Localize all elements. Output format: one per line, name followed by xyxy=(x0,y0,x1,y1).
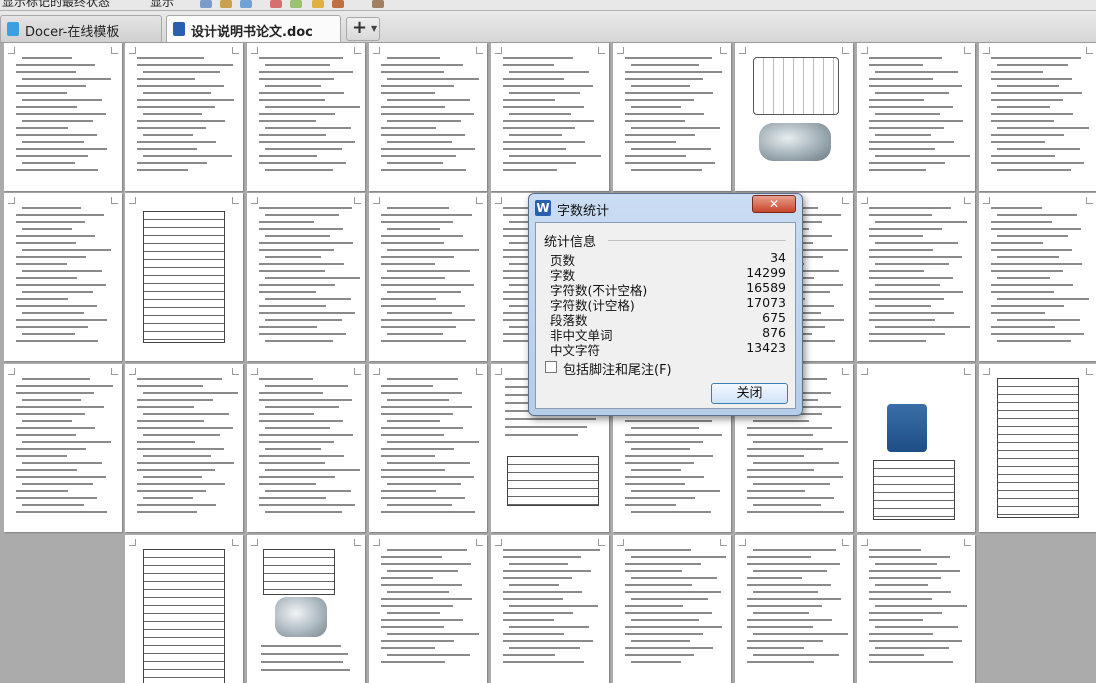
page-thumbnail[interactable] xyxy=(4,364,122,532)
stat-label: 中文字符 xyxy=(550,343,601,358)
stat-row-words: 字数 14299 xyxy=(550,265,786,283)
table-image xyxy=(143,549,225,683)
toolbar-icon[interactable] xyxy=(312,0,324,8)
page-thumbnail[interactable] xyxy=(125,43,243,191)
stat-row-chinese-chars: 中文字符 13423 xyxy=(550,340,786,358)
page-thumbnail[interactable] xyxy=(369,535,487,683)
close-icon[interactable]: ✕ xyxy=(752,195,796,213)
group-divider xyxy=(608,240,786,241)
page-thumbnail[interactable] xyxy=(491,535,609,683)
toolbar-icon[interactable] xyxy=(270,0,282,8)
table-image xyxy=(143,211,225,343)
page-thumbnail[interactable] xyxy=(857,193,975,361)
plus-icon: + xyxy=(352,17,368,38)
wps-writer-icon: W xyxy=(535,200,551,216)
page-thumbnail[interactable] xyxy=(857,43,975,191)
page-thumbnail[interactable] xyxy=(979,43,1096,191)
page-thumbnail[interactable] xyxy=(857,535,975,683)
page-thumbnail[interactable] xyxy=(369,193,487,361)
toolbar-icon[interactable] xyxy=(372,0,384,8)
stat-row-non-chinese-words: 非中文单词 876 xyxy=(550,325,786,343)
page-thumbnail[interactable] xyxy=(247,364,365,532)
page-thumbnail[interactable] xyxy=(491,43,609,191)
stat-row-chars-with-spaces: 字符数(计空格) 17073 xyxy=(550,295,786,313)
tab-bar: Docer-在线模板 设计说明书论文.doc + ▼ xyxy=(0,11,1096,43)
page-thumbnail[interactable] xyxy=(369,364,487,532)
stat-row-paragraphs: 段落数 675 xyxy=(550,310,786,328)
chevron-down-icon[interactable]: ▼ xyxy=(371,24,377,33)
dialog-body: 统计信息 页数 34 字数 14299 字符数(不计空格) 16589 字符数(… xyxy=(535,222,796,409)
tab-label: 设计说明书论文.doc xyxy=(191,25,313,40)
page-thumbnail[interactable] xyxy=(613,535,731,683)
docer-icon xyxy=(7,22,19,36)
tab-label: Docer-在线模板 xyxy=(25,25,120,40)
new-tab-button[interactable]: + ▼ xyxy=(346,17,380,41)
part-3d-image xyxy=(275,597,327,637)
page-thumbnail[interactable] xyxy=(4,193,122,361)
word-doc-icon xyxy=(173,22,185,36)
dialog-title: 字数统计 xyxy=(557,204,610,219)
tab-document[interactable]: 设计说明书论文.doc xyxy=(166,15,341,42)
toolbar-icon[interactable] xyxy=(332,0,344,8)
include-footnotes-checkbox[interactable] xyxy=(545,361,557,373)
page-thumbnail[interactable] xyxy=(613,43,731,191)
page-thumbnail[interactable] xyxy=(247,193,365,361)
page-thumbnail[interactable] xyxy=(979,364,1096,532)
stat-value: 14299 xyxy=(746,265,786,280)
toolbar-icon[interactable] xyxy=(220,0,232,8)
toolbar-icon[interactable] xyxy=(240,0,252,8)
stat-value: 17073 xyxy=(746,295,786,310)
stat-value: 34 xyxy=(770,250,786,265)
stat-value: 876 xyxy=(762,325,786,340)
page-thumbnail[interactable] xyxy=(247,535,365,683)
markup-state-dropdown[interactable]: 显示标记的最终状态 xyxy=(2,0,110,10)
table-image xyxy=(263,549,335,595)
toolbar: 显示标记的最终状态 显示 xyxy=(0,0,1096,11)
page-thumbnail[interactable] xyxy=(125,364,243,532)
page-thumbnail[interactable] xyxy=(125,535,243,683)
engineering-drawing-image xyxy=(753,57,839,115)
page-thumbnail[interactable] xyxy=(735,535,853,683)
stat-row-chars-no-spaces: 字符数(不计空格) 16589 xyxy=(550,280,786,298)
stat-row-pages: 页数 34 xyxy=(550,250,786,268)
group-title: 统计信息 xyxy=(544,235,597,250)
page-thumbnail[interactable] xyxy=(369,43,487,191)
stat-value: 13423 xyxy=(746,340,786,355)
page-thumbnail[interactable] xyxy=(857,364,975,532)
toolbar-icon[interactable] xyxy=(290,0,302,8)
page-thumbnail[interactable] xyxy=(979,193,1096,361)
tab-docer[interactable]: Docer-在线模板 xyxy=(0,15,162,42)
stat-value: 675 xyxy=(762,310,786,325)
page-thumbnail[interactable] xyxy=(4,43,122,191)
show-button[interactable]: 显示 xyxy=(150,0,174,10)
include-footnotes-label[interactable]: 包括脚注和尾注(F) xyxy=(563,359,672,378)
word-count-dialog: W 字数统计 ✕ 统计信息 页数 34 字数 14299 字符数(不计空格) 1… xyxy=(528,193,803,416)
toolbar-icon[interactable] xyxy=(200,0,212,8)
page-thumbnail[interactable] xyxy=(247,43,365,191)
table-image xyxy=(873,460,955,520)
close-button[interactable]: 关闭 xyxy=(711,383,788,404)
part-photo-image xyxy=(887,404,927,452)
page-thumbnail[interactable] xyxy=(125,193,243,361)
page-thumbnail[interactable] xyxy=(735,43,853,191)
table-image xyxy=(507,456,599,506)
part-3d-image xyxy=(759,123,831,161)
stat-value: 16589 xyxy=(746,280,786,295)
table-image xyxy=(997,378,1079,518)
